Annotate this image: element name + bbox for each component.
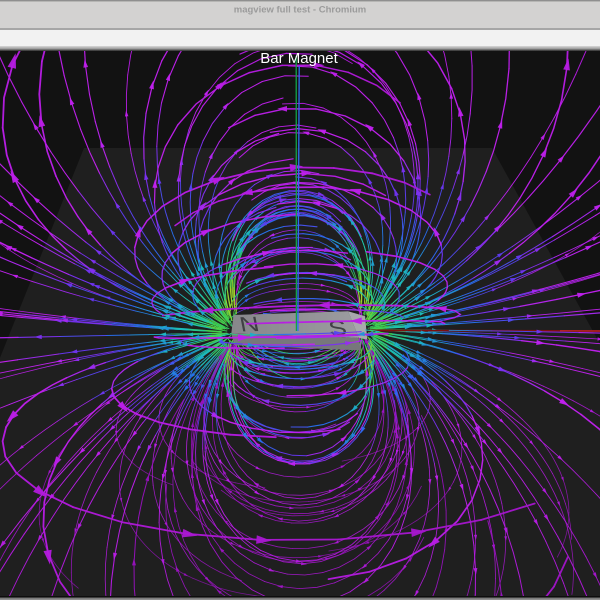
svg-text:Bar Magnet: Bar Magnet	[260, 50, 338, 67]
svg-text:magview full test - Chromium: magview full test - Chromium	[234, 5, 367, 16]
